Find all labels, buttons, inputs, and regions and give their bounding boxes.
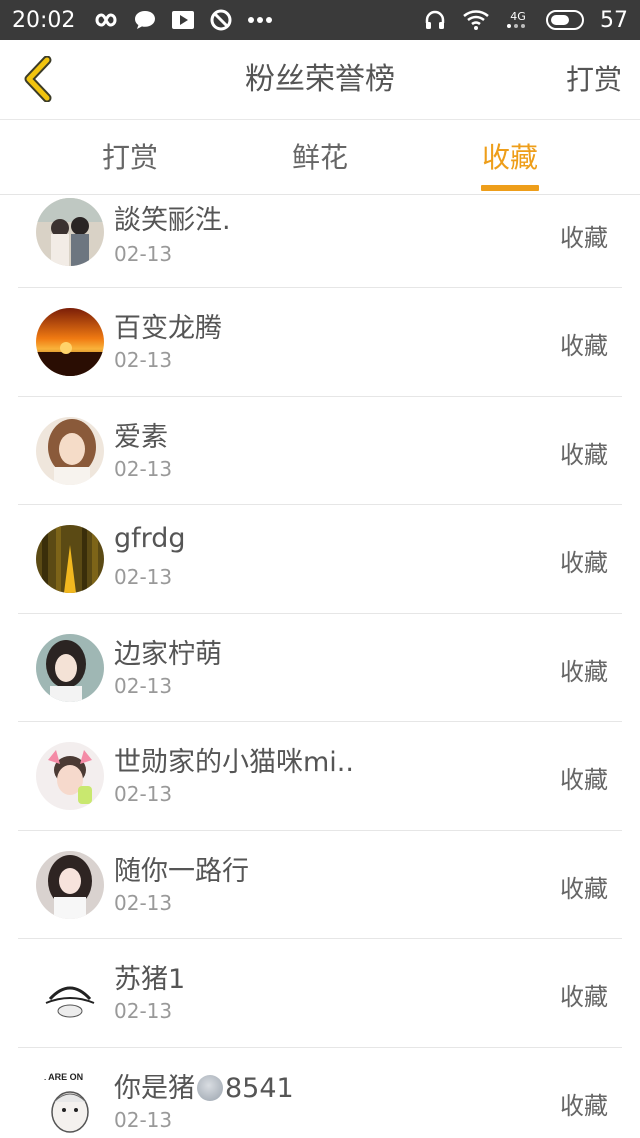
chevron-left-icon <box>21 55 53 106</box>
list-item[interactable]: gfrdg 02-13 收藏 <box>18 505 622 614</box>
fan-date: 02-13 <box>114 782 173 806</box>
fan-name: 随你一路行 <box>114 855 249 887</box>
network-type-label: 4G <box>510 9 526 23</box>
video-play-icon <box>171 9 195 31</box>
fan-action-label: 收藏 <box>560 549 608 577</box>
list-item[interactable]: 随你一路行 02-13 收藏 <box>18 831 622 939</box>
fan-date: 02-13 <box>114 1107 173 1132</box>
fan-name: 边家柠萌 <box>114 638 222 670</box>
battery-level: 57 <box>600 7 628 33</box>
list-item[interactable]: E ARE ON 你是猪 8541 02-13 收藏 <box>18 1048 622 1138</box>
wifi-icon <box>462 9 490 31</box>
more-dots-icon <box>247 16 273 24</box>
fan-action-label: 收藏 <box>560 1091 608 1120</box>
list-item[interactable]: 苏猪1 02-13 收藏 <box>18 939 622 1048</box>
fan-name-suffix: 8541 <box>225 1072 294 1104</box>
fan-name: 百变龙腾 <box>114 313 222 344</box>
fan-action-label: 收藏 <box>560 657 608 686</box>
tab-favorites[interactable]: 收藏 <box>430 121 590 195</box>
avatar <box>36 416 104 485</box>
infinity-icon <box>89 11 119 29</box>
fan-action-label: 收藏 <box>560 332 608 360</box>
signal-4g-icon: 4G <box>506 11 530 30</box>
fan-name: 世勋家的小猫咪mi.. <box>114 747 354 778</box>
tab-flowers[interactable]: 鲜花 <box>240 121 400 195</box>
fan-date: 02-13 <box>114 456 173 481</box>
avatar <box>36 308 104 376</box>
avatar <box>36 198 104 266</box>
list-item[interactable]: 边家柠萌 02-13 收藏 <box>18 614 622 722</box>
fan-date: 02-13 <box>114 999 173 1023</box>
fan-date: 02-13 <box>114 242 173 266</box>
list-item[interactable]: 爱素 02-13 收藏 <box>18 397 622 505</box>
fan-date: 02-13 <box>114 890 173 915</box>
top-navigation-bar: 粉丝荣誉榜 打赏 <box>0 40 640 120</box>
block-icon <box>209 8 233 32</box>
tab-reward[interactable]: 打赏 <box>50 121 210 195</box>
tab-bar: 打赏 鲜花 收藏 <box>0 121 640 195</box>
fan-name-prefix: 你是猪 <box>114 1072 195 1104</box>
fan-date: 02-13 <box>114 565 173 589</box>
fan-list: 談笑彨泩. 02-13 收藏 百变龙腾 02-13 收藏 爱素 02-13 收藏… <box>0 196 640 1138</box>
status-time: 20:02 <box>12 7 76 33</box>
reward-button[interactable]: 打赏 <box>566 40 622 120</box>
status-bar: 20:02 4G 57 <box>0 0 640 40</box>
avatar <box>36 959 104 1027</box>
avatar <box>36 850 104 919</box>
chat-bubble-icon <box>133 9 157 31</box>
fan-action-label: 收藏 <box>560 874 608 903</box>
fan-action-label: 收藏 <box>560 766 608 794</box>
fan-date: 02-13 <box>114 348 173 372</box>
list-item[interactable]: 世勋家的小猫咪mi.. 02-13 收藏 <box>18 722 622 831</box>
fan-date: 02-13 <box>114 673 173 698</box>
fan-name: 苏猪1 <box>114 964 186 995</box>
headphones-icon <box>424 9 446 31</box>
avatar <box>36 525 104 593</box>
fan-name: gfrdg <box>114 523 186 554</box>
avatar <box>36 633 104 702</box>
fan-name: 談笑彨泩. <box>114 205 231 236</box>
page-title: 粉丝荣誉榜 <box>245 62 395 97</box>
face-emoji-icon <box>197 1074 223 1101</box>
fan-action-label: 收藏 <box>560 440 608 469</box>
list-item[interactable]: 談笑彨泩. 02-13 收藏 <box>18 196 622 288</box>
avatar: E ARE ON <box>36 1067 104 1136</box>
fan-name: 爱素 <box>114 421 168 453</box>
avatar <box>36 742 104 810</box>
fan-action-label: 收藏 <box>560 983 608 1011</box>
list-item[interactable]: 百变龙腾 02-13 收藏 <box>18 288 622 397</box>
avatar-caption: E ARE ON <box>40 1072 83 1082</box>
back-button[interactable] <box>14 55 60 106</box>
fan-action-label: 收藏 <box>560 224 608 252</box>
fan-name: 你是猪 8541 <box>114 1066 294 1105</box>
battery-icon <box>546 10 584 30</box>
